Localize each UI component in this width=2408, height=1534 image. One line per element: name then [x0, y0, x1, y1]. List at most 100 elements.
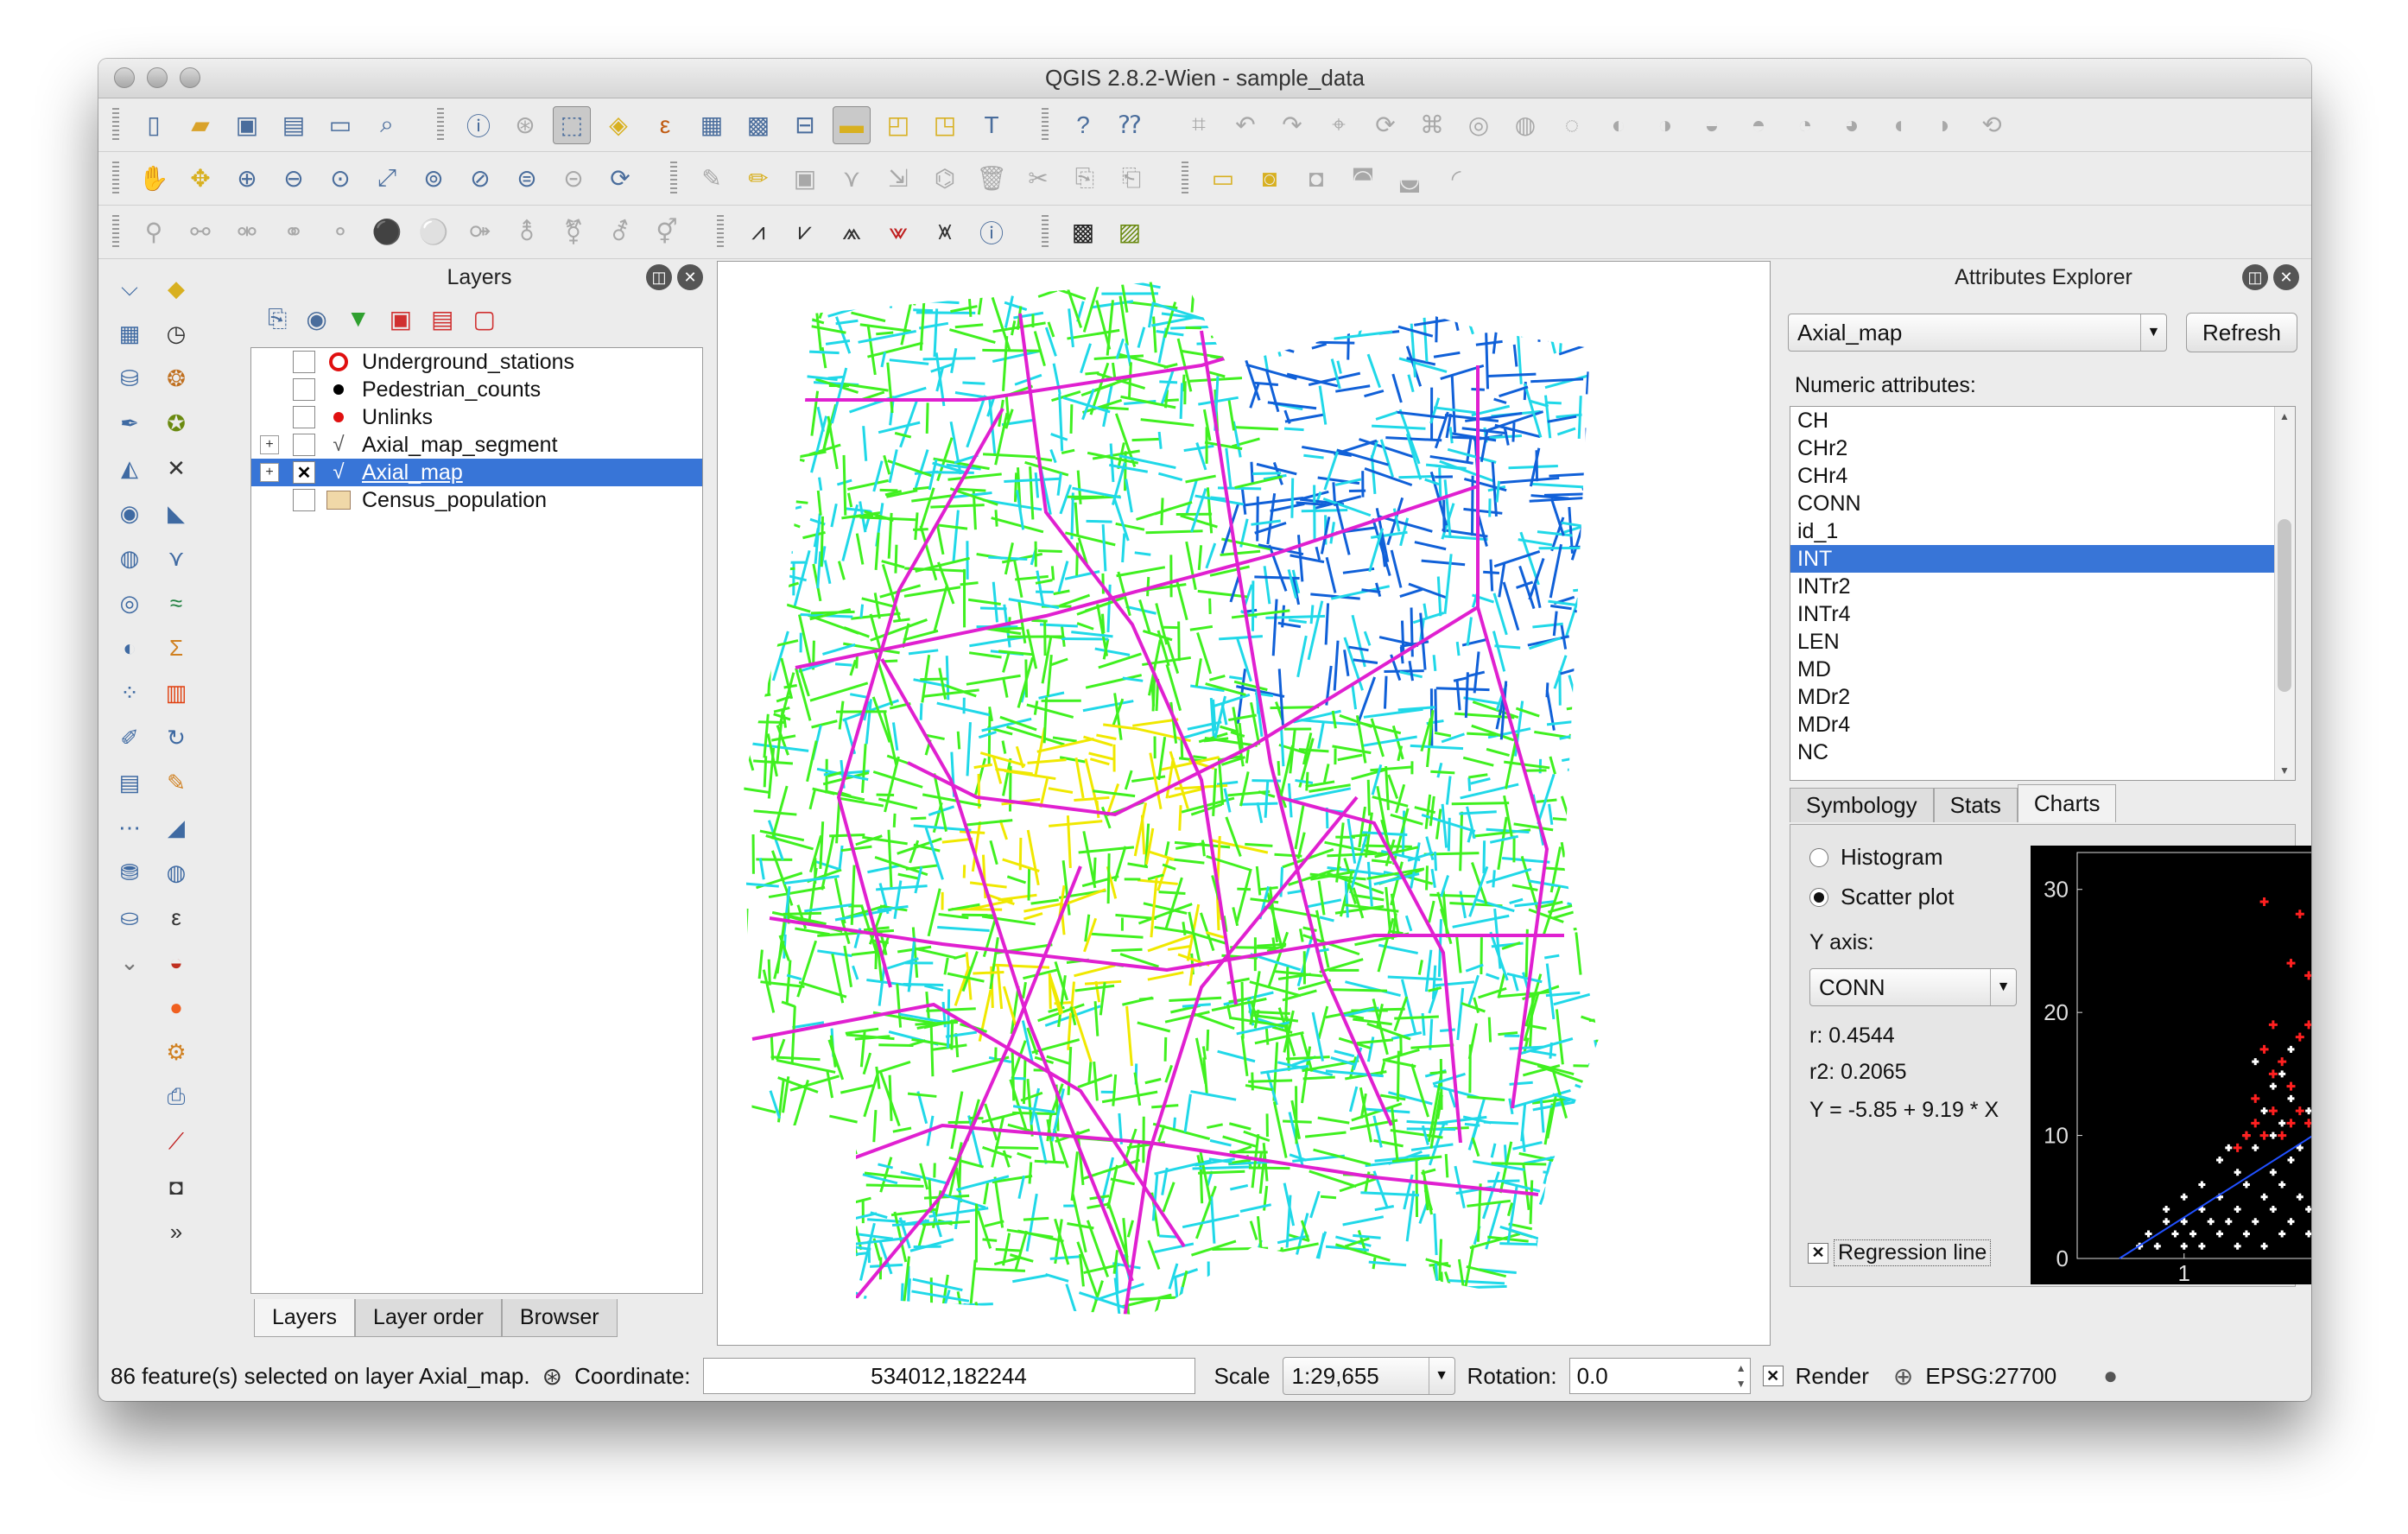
attribute-list-item[interactable]: CH [1790, 407, 2295, 434]
new-project-icon[interactable]: ▯ [135, 106, 173, 144]
copy-features-icon[interactable]: ⎘ [1066, 160, 1104, 198]
histogram-radio[interactable]: Histogram [1809, 844, 1942, 871]
advanced-edit-icon[interactable]: ⌖ [1320, 106, 1358, 144]
split-parts-icon[interactable]: ◔ [1786, 106, 1824, 144]
edit-line-icon[interactable]: ⩕ [833, 213, 871, 251]
add-wcs-icon[interactable]: ◎ [111, 584, 149, 622]
collapse-arrow-icon[interactable]: ⌄ [111, 943, 149, 981]
delete-part-icon[interactable]: ◐ [1600, 106, 1638, 144]
digitize-icon[interactable]: ⌗ [1180, 106, 1218, 144]
zoom-full-icon[interactable]: ⤢ [368, 160, 406, 198]
multi-edit-icon[interactable]: ⩙ [926, 213, 964, 251]
print-composer-icon[interactable]: ▭ [321, 106, 359, 144]
undo-dim-icon[interactable]: ⚯ [181, 213, 219, 251]
map-canvas[interactable] [717, 261, 1771, 1346]
attribute-list-item[interactable]: INTr2 [1790, 573, 2295, 600]
zoom-window-button[interactable] [180, 67, 200, 88]
simplify-icon[interactable]: ⌘ [1413, 106, 1451, 144]
merge-attributes-icon[interactable]: ◖ [1879, 106, 1917, 144]
attribute-list-item[interactable]: id_1 [1790, 517, 2295, 545]
layer-select[interactable]: Axial_map ▼ [1788, 314, 2167, 352]
pan-icon[interactable]: ✋ [135, 160, 173, 198]
pencil-icon[interactable]: ✎ [157, 764, 195, 802]
paste-features-icon[interactable]: ⎗ [1112, 160, 1150, 198]
rotate-label-icon[interactable]: ◛ [1391, 160, 1429, 198]
tab-browser[interactable]: Browser [501, 1299, 618, 1337]
change-label-icon[interactable]: ◜ [1437, 160, 1475, 198]
split-dim-icon[interactable]: ⚭ [275, 213, 313, 251]
select-features-icon[interactable]: ⬚ [553, 105, 591, 144]
tab-symbology[interactable]: Symbology [1790, 788, 1934, 822]
offset-curve-icon[interactable]: ◒ [1693, 106, 1731, 144]
zoom-out-icon[interactable]: ⊖ [275, 160, 313, 198]
delete-ring-icon[interactable]: ◌ [1553, 106, 1591, 144]
checkbox-checked[interactable]: ✕ [1808, 1242, 1828, 1264]
attribute-list-item[interactable]: INTr4 [1790, 600, 2295, 628]
spinner-arrows-icon[interactable]: ▲ ▼ [1736, 1360, 1746, 1391]
epsg-label[interactable]: EPSG:27700 [1925, 1363, 2056, 1390]
sum-icon[interactable]: Σ [157, 629, 195, 667]
map-tips-icon[interactable]: ▬ [833, 105, 871, 144]
undo-icon[interactable]: ↶ [1226, 106, 1264, 144]
ring-dim-icon[interactable]: ⚫ [368, 213, 406, 251]
attribute-table-icon[interactable]: ▦ [693, 106, 731, 144]
processing-tools-icon[interactable]: ✕ [157, 449, 195, 487]
scroll-up-icon[interactable]: ▲ [2275, 407, 2294, 426]
redo-icon[interactable]: ↷ [1273, 106, 1311, 144]
add-mssql-icon[interactable]: ◭ [111, 449, 149, 487]
python-console-icon[interactable]: ◆ [157, 269, 195, 307]
float-panel-icon[interactable]: ◫ [646, 264, 672, 290]
reshape-icon[interactable]: ◑ [1646, 106, 1684, 144]
attribute-list-item[interactable]: CONN [1790, 490, 2295, 517]
ref-icon[interactable]: ● [157, 988, 195, 1026]
layer-row[interactable]: Pedestrian_counts [251, 376, 702, 403]
globe-icon[interactable]: ◍ [157, 853, 195, 891]
expression-select-icon[interactable]: ε [646, 106, 684, 144]
zoom-selection-icon[interactable]: ⊚ [415, 160, 453, 198]
add-spatialite-icon[interactable]: ✒ [111, 404, 149, 442]
add-part-icon[interactable]: ◍ [1506, 106, 1544, 144]
toolbar-grip[interactable] [112, 107, 119, 143]
add-oracle-icon[interactable]: ◉ [111, 494, 149, 532]
extend-dim-icon[interactable]: ⚥ [648, 213, 686, 251]
add-vector-layer-icon[interactable]: ⌵ [111, 269, 149, 307]
trim-dim-icon[interactable]: ⚦ [601, 213, 639, 251]
current-edits-icon[interactable]: ✎ [693, 160, 731, 198]
measure-icon[interactable]: ⊟ [786, 106, 824, 144]
layer-row[interactable]: Unlinks [251, 403, 702, 431]
toggle-editing-icon[interactable]: ✏ [739, 160, 777, 198]
labeling-icon[interactable]: ▭ [1204, 160, 1242, 198]
tab-charts[interactable]: Charts [2017, 784, 2117, 822]
layer-visibility-checkbox[interactable]: ✕ [293, 461, 315, 484]
zoom-layer-icon[interactable]: ⊘ [461, 160, 499, 198]
layer-visibility-checkbox[interactable] [293, 351, 315, 373]
add-ring-icon[interactable]: ◎ [1460, 106, 1498, 144]
print-icon[interactable]: ⎙ [157, 1078, 195, 1116]
save-edits-icon[interactable]: ▣ [786, 160, 824, 198]
layer-visibility-checkbox[interactable] [293, 434, 315, 456]
gps-icon[interactable]: ❂ [157, 359, 195, 397]
expand-all-icon[interactable]: ▣ [390, 305, 412, 333]
pin-labels-icon[interactable]: ◙ [1251, 160, 1289, 198]
toolbar-grip[interactable] [1182, 161, 1188, 196]
attribute-list-item[interactable]: MDr4 [1790, 711, 2295, 738]
fill-ring-icon[interactable]: ⟲ [1973, 106, 2011, 144]
spatialite-db-icon[interactable]: ⛃ [111, 853, 149, 891]
merge-features-icon[interactable]: ◕ [1833, 106, 1871, 144]
field-calculator-icon[interactable]: ▩ [739, 106, 777, 144]
simplify-dim-icon[interactable]: ⚧ [554, 213, 592, 251]
clock-icon[interactable]: ◷ [157, 314, 195, 352]
digitize-line-icon[interactable]: ⩘ [739, 213, 777, 251]
close-panel-icon[interactable]: ✕ [677, 264, 703, 290]
tab-stats[interactable]: Stats [1933, 788, 2018, 822]
rotate-dim-icon[interactable]: ⚨ [508, 213, 546, 251]
attribute-list-item[interactable]: CHr4 [1790, 462, 2295, 490]
rotate-symbols-icon[interactable]: ◗ [1926, 106, 1964, 144]
expand-icon[interactable]: + [260, 435, 279, 454]
fill-dim-icon[interactable]: ⚩ [461, 213, 499, 251]
part-dim-icon[interactable]: ⚪ [415, 213, 453, 251]
node-tool-icon[interactable]: ⌬ [926, 160, 964, 198]
save-as-icon[interactable]: ▤ [275, 106, 313, 144]
gears-icon[interactable]: ⚙ [157, 1033, 195, 1071]
help-contents-icon[interactable]: ? [1064, 106, 1102, 144]
